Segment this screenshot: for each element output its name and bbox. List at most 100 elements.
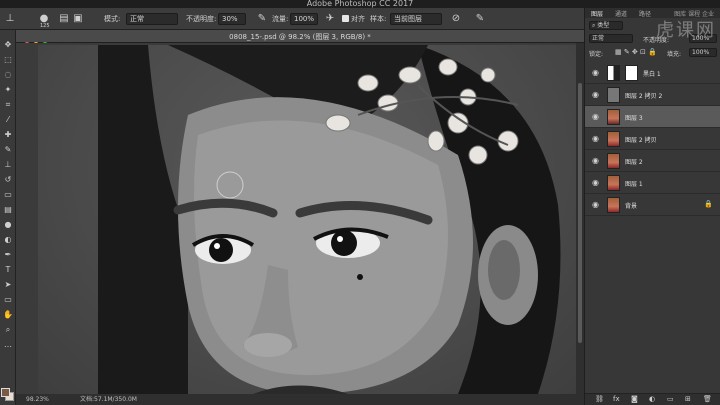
layer-thumbnail bbox=[607, 131, 620, 147]
link-icon[interactable]: ⛓ bbox=[595, 395, 604, 403]
scrollbar-thumb[interactable] bbox=[578, 83, 582, 343]
tab-channels[interactable]: 通道 bbox=[615, 9, 627, 18]
layer-row[interactable]: ◉ 背景 🔒 bbox=[585, 194, 720, 216]
layer-thumbnail bbox=[607, 87, 620, 103]
type-tool-icon[interactable]: T bbox=[3, 265, 13, 275]
eye-icon[interactable]: ◉ bbox=[591, 90, 600, 99]
lock-row: 锁定: ▦ ✎ ✥ ⊡ 🔒 填充: 100% bbox=[585, 46, 720, 60]
opacity-input[interactable]: 30% bbox=[218, 13, 246, 25]
brush-size: 125 bbox=[40, 23, 50, 29]
pen-tool-icon[interactable]: ✒ bbox=[3, 250, 13, 260]
layer-mask-thumbnail[interactable] bbox=[625, 65, 638, 81]
layer-opacity-label: 不透明度: bbox=[643, 37, 670, 44]
trash-icon[interactable]: 🗑 bbox=[703, 395, 712, 403]
dodge-tool-icon[interactable]: ◐ bbox=[3, 235, 13, 245]
marquee-tool-icon[interactable]: ⬚ bbox=[3, 55, 13, 65]
lock-buttons-icon[interactable]: ▦ ✎ ✥ ⊡ 🔒 bbox=[615, 48, 657, 56]
more-tools-icon[interactable]: … bbox=[3, 340, 13, 350]
clone-stamp-tool-icon[interactable]: ⊥ bbox=[3, 160, 13, 170]
adjustment-thumbnail bbox=[607, 65, 620, 81]
history-brush-tool-icon[interactable]: ↺ bbox=[3, 175, 13, 185]
eye-icon[interactable]: ◉ bbox=[591, 200, 600, 209]
brush-panel-icon[interactable]: ▤ bbox=[58, 13, 70, 25]
new-layer-icon[interactable]: ⊞ bbox=[685, 395, 691, 403]
clone-stamp-tool-icon[interactable]: ⊥ bbox=[4, 13, 16, 25]
layer-name: 图层 2 bbox=[625, 159, 643, 166]
sample-label: 样本: bbox=[370, 15, 387, 23]
brush-tool-icon[interactable]: ✎ bbox=[3, 145, 13, 155]
layers-list: ◉ 黑白 1 ◉ 图层 2 拷贝 2 ◉ 图层 3 ◉ 图层 2 拷贝 ◉ 图层… bbox=[585, 62, 720, 362]
pressure-size-icon[interactable]: ✎ bbox=[474, 13, 486, 25]
layers-panel: 图层 通道 路径 ⌕ 类型 正常 不透明度: 100% 锁定: ▦ ✎ ✥ ⊡ … bbox=[584, 8, 720, 405]
lasso-tool-icon[interactable]: ◌ bbox=[3, 70, 13, 80]
tab-paths[interactable]: 路径 bbox=[639, 9, 651, 18]
magic-wand-tool-icon[interactable]: ✦ bbox=[3, 85, 13, 95]
photoshop-app: Adobe Photoshop CC 2017 ⊥ ● 125 ▤ ▣ 模式: … bbox=[0, 0, 720, 405]
eye-icon[interactable]: ◉ bbox=[591, 112, 600, 121]
foreground-color-swatch[interactable] bbox=[1, 388, 10, 397]
status-bar: 98.23% 文档:57.1M/350.0M bbox=[16, 394, 584, 405]
zoom-level[interactable]: 98.23% bbox=[26, 394, 49, 405]
ignore-adjustment-icon[interactable]: ⊘ bbox=[450, 13, 462, 25]
flow-input[interactable]: 100% bbox=[290, 13, 318, 25]
clone-source-icon[interactable]: ▣ bbox=[72, 13, 84, 25]
layer-name: 背景 bbox=[625, 203, 638, 210]
toolbar: ✥ ⬚ ◌ ✦ ⌗ ⁄ ✚ ✎ ⊥ ↺ ▭ ▤ ● ◐ ✒ T ➤ ▭ ✋ ⌕ … bbox=[0, 30, 16, 405]
lock-icon: 🔒 bbox=[704, 200, 713, 208]
align-checkbox[interactable]: 对齐 bbox=[342, 14, 365, 24]
layer-row[interactable]: ◉ 图层 2 拷贝 2 bbox=[585, 84, 720, 106]
vertical-scrollbar[interactable] bbox=[576, 43, 584, 394]
eye-icon[interactable]: ◉ bbox=[591, 178, 600, 187]
layer-name: 图层 1 bbox=[625, 181, 643, 188]
layer-thumbnail bbox=[607, 153, 620, 169]
fill-label: 填充: bbox=[667, 51, 682, 58]
layer-row[interactable]: ◉ 图层 2 拷贝 bbox=[585, 128, 720, 150]
eye-icon[interactable]: ◉ bbox=[591, 134, 600, 143]
airbrush-icon[interactable]: ✈ bbox=[324, 13, 336, 25]
layer-row-selected[interactable]: ◉ 图层 3 bbox=[585, 106, 720, 128]
layer-filter-row: ⌕ 类型 bbox=[585, 18, 720, 32]
sample-select[interactable]: 当前图层 bbox=[390, 13, 442, 25]
gradient-tool-icon[interactable]: ▤ bbox=[3, 205, 13, 215]
blend-mode-select[interactable]: 正常 bbox=[589, 34, 633, 43]
document-info[interactable]: 文档:57.1M/350.0M bbox=[80, 394, 137, 405]
hand-tool-icon[interactable]: ✋ bbox=[3, 310, 13, 320]
crop-tool-icon[interactable]: ⌗ bbox=[3, 100, 13, 110]
eye-icon[interactable]: ◉ bbox=[591, 68, 600, 77]
layer-row[interactable]: ◉ 图层 1 bbox=[585, 172, 720, 194]
fill-input[interactable]: 100% bbox=[689, 48, 717, 57]
layer-name: 图层 2 拷贝 2 bbox=[625, 93, 663, 100]
tab-layers[interactable]: 图层 bbox=[591, 9, 603, 18]
kind-filter-select[interactable]: ⌕ 类型 bbox=[589, 21, 623, 30]
mode-label: 模式: bbox=[104, 15, 121, 23]
path-selection-tool-icon[interactable]: ➤ bbox=[3, 280, 13, 290]
blur-tool-icon[interactable]: ● bbox=[3, 220, 13, 230]
healing-tool-icon[interactable]: ✚ bbox=[3, 130, 13, 140]
layer-row[interactable]: ◉ 图层 2 bbox=[585, 150, 720, 172]
shape-tool-icon[interactable]: ▭ bbox=[3, 295, 13, 305]
mode-select[interactable]: 正常 bbox=[126, 13, 178, 25]
portrait-illustration bbox=[98, 45, 561, 394]
layers-panel-footer: ⛓ fx ◙ ◐ ▭ ⊞ 🗑 bbox=[585, 393, 720, 405]
document-tab[interactable]: 0808_15-.psd @ 98.2% (图层 3, RGB/8) * bbox=[16, 30, 584, 48]
layer-thumbnail bbox=[607, 175, 620, 191]
layer-row[interactable]: ◉ 黑白 1 bbox=[585, 62, 720, 84]
layer-name: 黑白 1 bbox=[643, 71, 661, 78]
layer-name: 图层 3 bbox=[625, 115, 643, 122]
canvas-area[interactable] bbox=[16, 43, 584, 394]
group-icon[interactable]: ▭ bbox=[667, 395, 674, 403]
mask-icon[interactable]: ◙ bbox=[631, 395, 638, 403]
opacity-label: 不透明度: bbox=[186, 15, 217, 23]
pressure-opacity-icon[interactable]: ✎ bbox=[256, 13, 268, 25]
panel-tabs: 图层 通道 路径 bbox=[585, 8, 720, 18]
eraser-tool-icon[interactable]: ▭ bbox=[3, 190, 13, 200]
move-tool-icon[interactable]: ✥ bbox=[3, 40, 13, 50]
adjustment-icon[interactable]: ◐ bbox=[649, 395, 655, 403]
portrait-photo[interactable] bbox=[38, 45, 578, 394]
eye-icon[interactable]: ◉ bbox=[591, 156, 600, 165]
fx-icon[interactable]: fx bbox=[613, 395, 620, 403]
layer-opacity-input[interactable]: 100% bbox=[689, 34, 717, 43]
eyedropper-tool-icon[interactable]: ⁄ bbox=[3, 115, 13, 125]
layer-thumbnail bbox=[607, 109, 620, 125]
zoom-tool-icon[interactable]: ⌕ bbox=[3, 325, 13, 335]
